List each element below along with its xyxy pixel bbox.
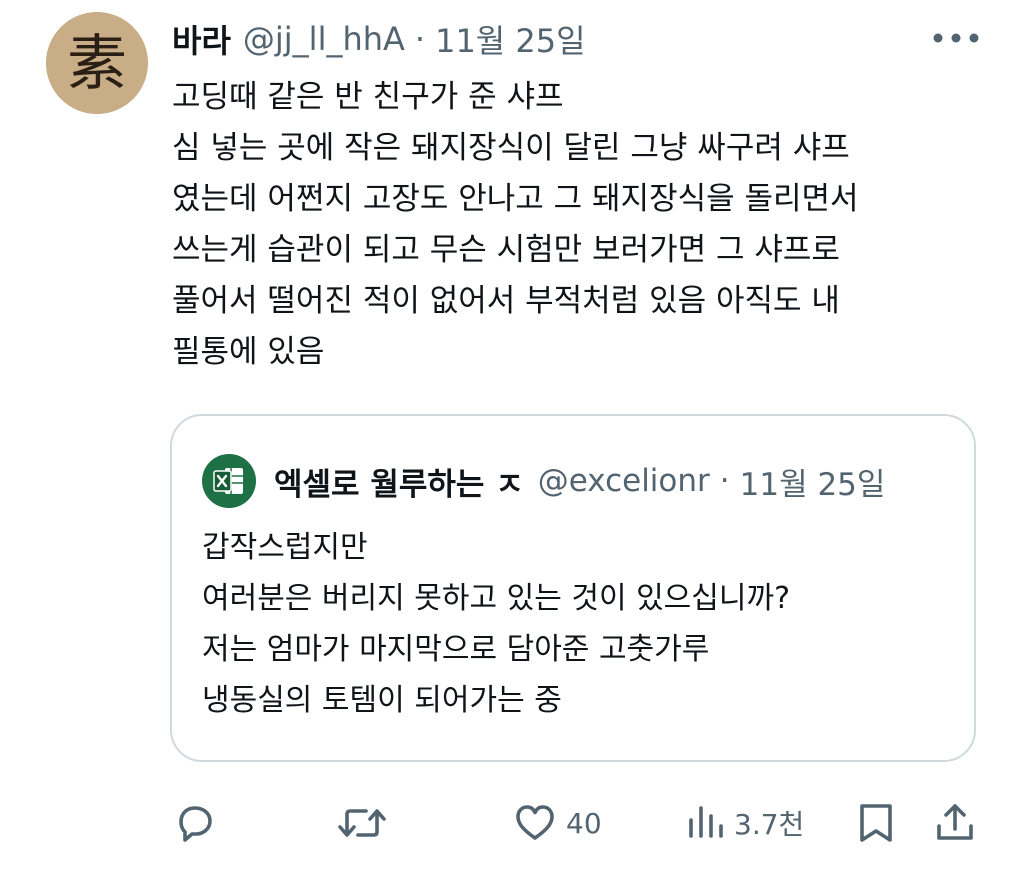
views-count: 3.7천: [734, 808, 805, 841]
tweet-text-line: 필통에 있음: [172, 334, 325, 370]
quoted-tweet-header: 엑셀로 월루하는 ㅈ @excelionr · 11월 25일: [202, 454, 954, 508]
share-button[interactable]: [932, 790, 978, 856]
excel-logo-icon: [213, 468, 243, 494]
author-avatar[interactable]: 素: [46, 12, 148, 114]
reply-icon: [179, 806, 212, 842]
like-button[interactable]: 40: [512, 790, 602, 856]
quoted-tweet-card[interactable]: 엑셀로 월루하는 ㅈ @excelionr · 11월 25일 갑작스럽지만 여…: [170, 414, 976, 762]
bookmark-button[interactable]: [856, 790, 896, 856]
quoted-tweet-date[interactable]: 11월 25일: [740, 459, 886, 504]
reply-button[interactable]: [172, 790, 218, 856]
retweet-icon: [338, 809, 386, 837]
more-options-button[interactable]: [928, 24, 984, 52]
tweet-text: 고딩때 같은 반 친구가 준 샤프 심 넣는 곳에 작은 돼지장식이 달린 그냥…: [172, 72, 1002, 378]
avatar-image: 素: [46, 12, 148, 114]
avatar-glyph: 素: [67, 29, 127, 99]
retweet-button[interactable]: [336, 790, 388, 856]
tweet-date[interactable]: 11월 25일: [435, 16, 586, 62]
header-separator: ·: [414, 20, 426, 58]
tweet-text-line: 고딩때 같은 반 친구가 준 샤프: [172, 79, 564, 115]
quoted-author-avatar: [202, 454, 256, 508]
tweet-text-line: 쓰는게 습관이 되고 무슨 시험만 보러가면 그 샤프로: [172, 232, 840, 268]
quoted-text-line: 냉동실의 토템이 되어가는 중: [202, 683, 562, 718]
tweet-text-line: 였는데 어쩐지 고장도 안나고 그 돼지장식을 돌리면서: [172, 181, 859, 217]
quoted-header-separator: ·: [719, 463, 730, 499]
tweet-action-bar: 40 3.7천: [0, 790, 1024, 856]
heart-icon: [516, 805, 554, 840]
quoted-text-line: 갑작스럽지만: [202, 530, 368, 565]
more-horizontal-icon: [933, 33, 979, 43]
tweet-text-line: 심 넣는 곳에 작은 돼지장식이 달린 그냥 싸구려 샤프: [172, 130, 850, 166]
share-icon: [937, 804, 973, 840]
bookmark-icon: [860, 804, 892, 842]
quoted-text-line: 여러분은 버리지 못하고 있는 것이 있으십니까?: [202, 581, 791, 616]
views-chart-icon: [689, 806, 723, 838]
quoted-tweet-text: 갑작스럽지만 여러분은 버리지 못하고 있는 것이 있으십니까? 저는 엄마가 …: [202, 522, 962, 726]
tweet-text-line: 풀어서 떨어진 적이 없어서 부적처럼 있음 아직도 내: [172, 283, 840, 319]
like-count: 40: [566, 806, 602, 840]
quoted-author-handle[interactable]: @excelionr: [538, 463, 710, 499]
author-name[interactable]: 바라: [172, 16, 231, 62]
tweet-header: 바라 @jj_ll_hhA · 11월 25일: [172, 14, 944, 64]
views-button[interactable]: 3.7천: [686, 790, 804, 856]
quoted-author-name[interactable]: 엑셀로 월루하는 ㅈ: [274, 459, 524, 504]
author-handle[interactable]: @jj_ll_hhA: [243, 20, 405, 58]
quoted-text-line: 저는 엄마가 마지막으로 담아준 고춧가루: [202, 632, 710, 667]
